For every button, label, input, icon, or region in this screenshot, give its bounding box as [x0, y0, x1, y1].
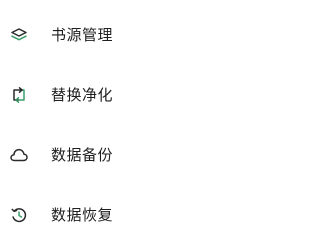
menu-item-book-source[interactable]: 书源管理: [0, 8, 280, 62]
menu-item-label: 替换净化: [51, 86, 114, 104]
swap-icon: [9, 85, 29, 105]
menu-item-data-backup[interactable]: 数据备份: [0, 128, 280, 182]
menu-item-label: 书源管理: [51, 26, 114, 44]
menu-item-data-restore[interactable]: 数据恢复: [0, 188, 280, 242]
history-icon: [9, 205, 29, 225]
menu-item-replace-purify[interactable]: 替换净化: [0, 68, 280, 122]
menu-item-label: 数据恢复: [51, 206, 114, 224]
layers-icon: [9, 25, 29, 45]
cloud-icon: [9, 145, 29, 165]
menu-list: 书源管理 替换净化 数据备份 数据恢复: [0, 0, 280, 242]
menu-item-label: 数据备份: [51, 146, 114, 164]
